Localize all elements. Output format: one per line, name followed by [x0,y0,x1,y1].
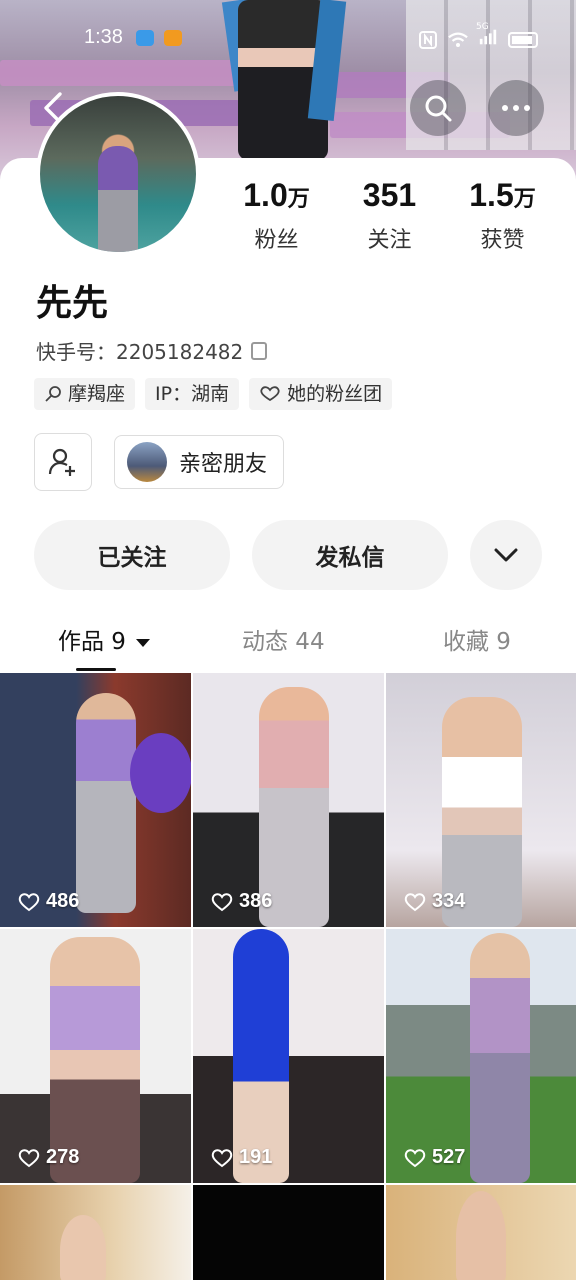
like-count-value: 386 [239,890,273,912]
network-type: 5G [476,22,489,32]
heart-hands-icon [260,386,280,402]
tab-works[interactable]: 作品 9 [58,622,151,656]
video-thumbnail[interactable]: 278 [0,929,191,1183]
heart-icon [18,1148,40,1167]
cloud-app-icon [136,30,154,46]
stat-following-label: 关注 [367,228,412,253]
tab-dynamics[interactable]: 动态 44 [242,622,325,656]
more-dots-icon [502,105,530,111]
like-count-value: 486 [46,890,80,912]
message-button[interactable]: 发私信 [252,520,448,590]
search-button[interactable] [410,80,466,136]
tag-zodiac-label: 摩羯座 [68,383,126,405]
video-thumbnail[interactable]: 527 [386,929,576,1183]
video-thumbnail[interactable]: 191 [193,929,384,1183]
video-thumbnail[interactable] [386,1185,576,1280]
stat-followers-unit: 万 [287,186,310,211]
profile-stats: 1.0万 粉丝 351 关注 1.5万 获赞 [220,176,560,254]
stat-likes-label: 获赞 [480,228,525,253]
close-friend-label: 亲密朋友 [179,452,268,477]
like-count-value: 334 [432,890,466,912]
like-count: 386 [211,890,272,913]
more-button[interactable] [488,80,544,136]
video-thumbnail[interactable] [193,1185,384,1280]
profile-actions: 已关注 发私信 [34,520,542,590]
video-thumbnail[interactable] [0,1185,191,1280]
followed-button[interactable]: 已关注 [34,520,230,590]
stat-followers[interactable]: 1.0万 粉丝 [220,176,333,254]
like-count: 334 [404,890,465,913]
stat-following[interactable]: 351 关注 [333,176,446,254]
like-count-value: 278 [46,1146,80,1168]
heart-icon [18,892,40,911]
caret-down-icon [136,639,151,647]
close-friend-button[interactable]: 亲密朋友 [114,435,285,489]
profile-tags: 摩羯座 IP：湖南 她的粉丝团 [34,378,393,410]
chevron-down-icon [494,548,518,562]
tag-fan-club-label: 她的粉丝团 [287,383,383,405]
stat-likes-num: 1.5 [469,177,514,213]
video-thumbnail[interactable]: 486 [0,673,191,927]
content-tabs: 作品 9 动态 44 收藏 9 [0,616,576,672]
kuaishou-id: 快手号：2205182482 [36,340,244,364]
copy-icon[interactable] [251,341,268,360]
capricorn-icon [45,386,61,402]
kuaishou-id-row[interactable]: 快手号：2205182482 [36,336,268,365]
nfc-icon [419,30,437,49]
friend-row: 亲密朋友 [34,433,285,491]
video-grid: 486 386 334 278 191 527 [0,673,576,1280]
video-thumbnail[interactable]: 334 [386,673,576,927]
like-count: 486 [18,890,79,913]
tab-favorites[interactable]: 收藏 9 [443,622,511,656]
tag-fan-club[interactable]: 她的粉丝团 [249,378,393,410]
video-thumbnail[interactable]: 386 [193,673,384,927]
heart-icon [211,892,233,911]
like-count-value: 527 [432,1146,466,1168]
status-bar: 1:38 5G [0,22,576,58]
battery-icon [508,31,538,48]
more-actions-button[interactable] [470,520,542,590]
like-count: 527 [404,1146,465,1169]
stat-likes-unit: 万 [513,186,536,211]
tag-ip-label: IP：湖南 [155,383,230,405]
tab-works-label: 作品 9 [58,629,126,655]
profile-name: 先先 [36,283,109,324]
cloud-app-icon-2 [164,30,182,46]
wifi-icon [448,32,468,47]
avatar[interactable] [36,92,200,256]
tag-zodiac: 摩羯座 [34,378,136,410]
tab-indicator [76,668,116,671]
search-icon [425,95,452,122]
heart-icon [404,892,426,911]
like-count-value: 191 [239,1146,273,1168]
stat-followers-num: 1.0 [243,177,288,213]
stat-followers-label: 粉丝 [254,228,299,253]
heart-icon [404,1148,426,1167]
status-time: 1:38 [84,26,123,48]
stat-likes[interactable]: 1.5万 获赞 [446,176,559,254]
add-user-icon [48,448,75,476]
heart-icon [211,1148,233,1167]
close-friend-avatar [127,442,167,482]
like-count: 191 [211,1146,272,1169]
like-count: 278 [18,1146,79,1169]
stat-following-num: 351 [362,177,417,213]
tag-ip: IP：湖南 [145,378,240,410]
add-friend-button[interactable] [34,433,92,491]
